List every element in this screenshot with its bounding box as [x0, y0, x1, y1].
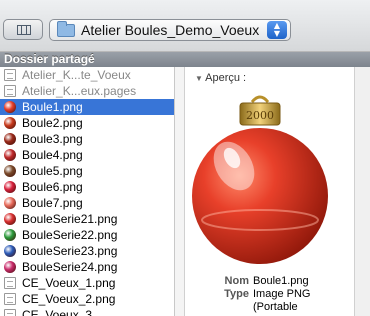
- file-row[interactable]: Boule1.png: [0, 99, 174, 115]
- file-name: BouleSerie24.png: [22, 260, 118, 274]
- png-ball-icon: [4, 133, 16, 145]
- file-row[interactable]: Atelier_K...eux.pages: [0, 83, 174, 99]
- file-name: Boule7.png: [22, 196, 83, 210]
- file-name: Boule2.png: [22, 116, 83, 130]
- file-list: Atelier_K...te_Voeux Atelier_K...eux.page…: [0, 67, 175, 316]
- file-name: BouleSerie21.png: [22, 212, 118, 226]
- png-ball-icon: [4, 213, 16, 225]
- file-row[interactable]: Boule4.png: [0, 147, 174, 163]
- file-name: Atelier_K...eux.pages: [22, 84, 137, 98]
- popup-stepper[interactable]: ▲ ▼: [267, 21, 287, 39]
- preview-pane: Aperçu : 2000 Nom Boule1.png T: [185, 67, 370, 316]
- file-name: Atelier_K...te_Voeux: [22, 68, 131, 82]
- file-row[interactable]: Boule2.png: [0, 115, 174, 131]
- document-icon: [4, 277, 16, 289]
- png-ball-icon: [4, 245, 16, 257]
- file-name: Boule6.png: [22, 180, 83, 194]
- path-label: Atelier Boules_Demo_Voeux: [81, 22, 260, 38]
- cap-text: 2000: [246, 109, 274, 122]
- file-row[interactable]: Boule6.png: [0, 179, 174, 195]
- file-row[interactable]: Boule7.png: [0, 195, 174, 211]
- preview-heading[interactable]: Aperçu :: [195, 72, 246, 84]
- file-name: Boule3.png: [22, 132, 83, 146]
- scrollbar[interactable]: [354, 67, 370, 316]
- document-icon: [4, 309, 16, 316]
- column-divider[interactable]: [175, 67, 185, 316]
- meta-row-type: Type Image PNG: [224, 288, 311, 300]
- ornament-image: 2000: [192, 95, 328, 264]
- png-ball-icon: [4, 165, 16, 177]
- file-row[interactable]: CE_Voeux_3: [0, 307, 174, 316]
- file-row[interactable]: Boule3.png: [0, 131, 174, 147]
- file-name: Boule5.png: [22, 164, 83, 178]
- document-icon: [4, 293, 16, 305]
- file-row[interactable]: CE_Voeux_1.png: [0, 275, 174, 291]
- png-ball-icon: [4, 181, 16, 193]
- stepper-down-icon: ▼: [273, 29, 281, 38]
- file-name: CE_Voeux_3: [22, 308, 93, 316]
- file-name: Boule4.png: [22, 148, 83, 162]
- toolbar: Atelier Boules_Demo_Voeux ▲ ▼: [0, 0, 370, 52]
- shared-folder-header[interactable]: Dossier partagé: [0, 52, 370, 67]
- png-ball-icon: [4, 197, 16, 209]
- document-icon: [4, 85, 16, 97]
- column-view-button[interactable]: [3, 19, 43, 40]
- file-name: CE_Voeux_1.png: [22, 276, 116, 290]
- file-row[interactable]: CE_Voeux_2.png: [0, 291, 174, 307]
- ornament-ball: [192, 128, 328, 264]
- meta-row-name: Nom Boule1.png: [224, 275, 309, 287]
- file-row[interactable]: BouleSerie23.png: [0, 243, 174, 259]
- file-row[interactable]: Atelier_K...te_Voeux: [0, 67, 174, 83]
- path-popup[interactable]: Atelier Boules_Demo_Voeux ▲ ▼: [49, 19, 291, 41]
- file-row[interactable]: Boule5.png: [0, 163, 174, 179]
- file-name: BouleSerie22.png: [22, 228, 118, 242]
- png-ball-icon: [4, 101, 16, 113]
- file-name: BouleSerie23.png: [22, 244, 118, 258]
- png-ball-icon: [4, 149, 16, 161]
- file-row[interactable]: BouleSerie24.png: [0, 259, 174, 275]
- file-name: CE_Voeux_2.png: [22, 292, 116, 306]
- png-ball-icon: [4, 261, 16, 273]
- columns-icon: [17, 25, 31, 35]
- hook-icon: [250, 95, 270, 103]
- png-ball-icon: [4, 117, 16, 129]
- document-icon: [4, 69, 16, 81]
- file-metadata: Nom Boule1.png Type Image PNG (Portable: [185, 275, 370, 314]
- file-name: Boule1.png: [22, 100, 83, 114]
- png-ball-icon: [4, 229, 16, 241]
- file-row[interactable]: BouleSerie21.png: [0, 211, 174, 227]
- folder-icon: [57, 20, 75, 37]
- file-row[interactable]: BouleSerie22.png: [0, 227, 174, 243]
- meta-row-type-cont: (Portable: [253, 301, 298, 313]
